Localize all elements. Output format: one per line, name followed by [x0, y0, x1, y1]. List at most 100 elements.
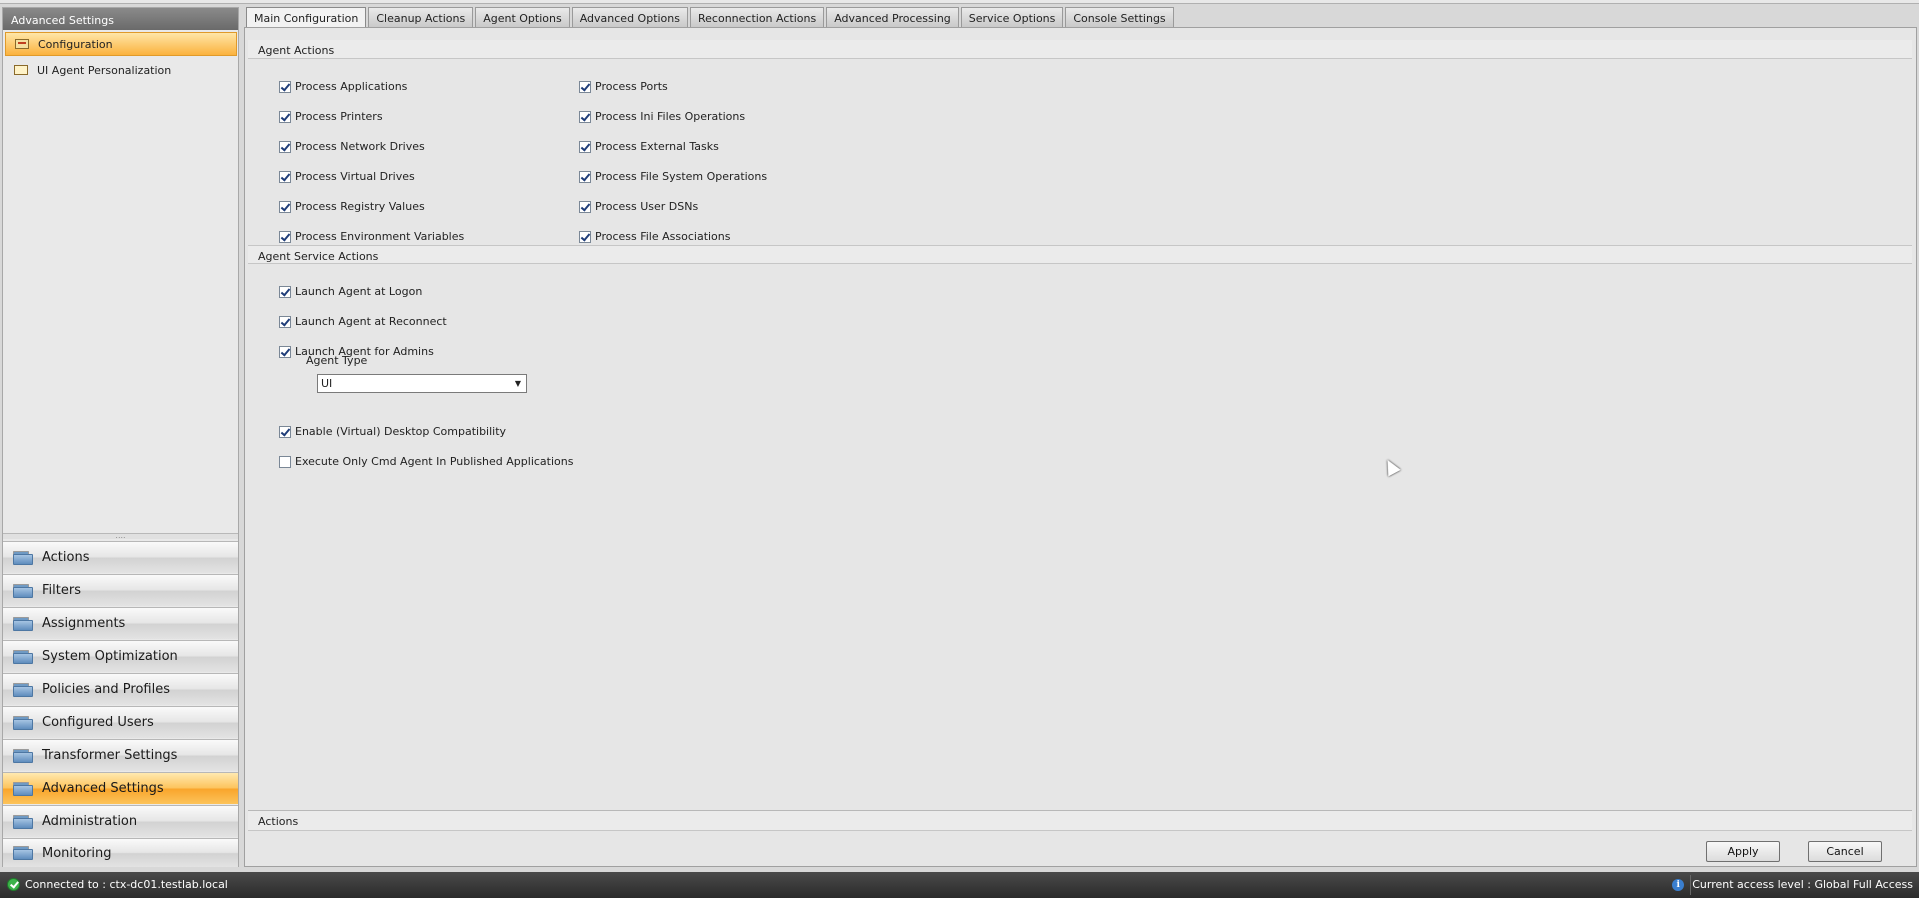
checkbox-box[interactable]	[279, 200, 291, 213]
nav-label: Monitoring	[42, 845, 112, 861]
tab-advanced-options[interactable]: Advanced Options	[571, 7, 688, 27]
process-ports-checkbox[interactable]: Process Ports	[579, 80, 668, 93]
checkbox-box[interactable]	[579, 140, 591, 153]
nav-monitoring[interactable]: Monitoring	[3, 838, 238, 867]
checkbox-label: Process File System Operations	[595, 170, 768, 183]
tab-main-configuration[interactable]: Main Configuration	[246, 7, 367, 28]
folder-icon	[13, 715, 33, 730]
folder-icon	[13, 649, 33, 664]
checkbox-box[interactable]	[279, 455, 291, 468]
checkbox-box[interactable]	[279, 80, 291, 93]
tab-console-settings[interactable]: Console Settings	[1065, 7, 1174, 27]
process-network-drives-checkbox[interactable]: Process Network Drives	[279, 140, 425, 153]
checkbox-box[interactable]	[279, 425, 291, 438]
connection-text: Connected to : ctx-dc01.testlab.local	[25, 878, 228, 891]
tab-service-options[interactable]: Service Options	[960, 7, 1064, 27]
process-applications-checkbox[interactable]: Process Applications	[279, 80, 407, 93]
checkbox-box[interactable]	[279, 140, 291, 153]
checkbox-box[interactable]	[579, 230, 591, 243]
process-ini-files-operations-checkbox[interactable]: Process Ini Files Operations	[579, 110, 745, 123]
folder-icon	[13, 583, 33, 598]
checkbox-label: Process File Associations	[595, 230, 731, 243]
left-panel: Advanced Settings Configuration UI Agent…	[2, 7, 239, 867]
checkbox-box[interactable]	[279, 170, 291, 183]
checkbox-label: Launch Agent at Reconnect	[295, 315, 447, 328]
apply-button[interactable]: Apply	[1706, 841, 1780, 862]
nav-assignments[interactable]: Assignments	[3, 607, 238, 639]
process-environment-variables-checkbox[interactable]: Process Environment Variables	[279, 230, 464, 243]
process-printers-checkbox[interactable]: Process Printers	[279, 110, 383, 123]
nav-label: System Optimization	[42, 649, 178, 664]
checkbox-box[interactable]	[579, 170, 591, 183]
nav-label: Configured Users	[42, 715, 154, 730]
checkbox-box[interactable]	[579, 200, 591, 213]
checkbox-label: Enable (Virtual) Desktop Compatibility	[295, 425, 507, 438]
agent-type-label: Agent Type	[306, 354, 368, 367]
checkbox-box[interactable]	[579, 80, 591, 93]
main-panel: Main Configuration Cleanup Actions Agent…	[244, 7, 1917, 867]
checkbox-label: Execute Only Cmd Agent In Published Appl…	[295, 455, 574, 468]
nav-actions[interactable]: Actions	[3, 541, 238, 573]
checkbox-label: Process Registry Values	[295, 200, 425, 213]
dropdown-arrow-icon[interactable]: ▼	[510, 375, 526, 392]
agent-type-select[interactable]: UI ▼	[317, 374, 527, 393]
access-level-text: Current access level : Global Full Acces…	[1692, 878, 1913, 891]
nav-filters[interactable]: Filters	[3, 574, 238, 606]
launch-agent-at-reconnect-checkbox[interactable]: Launch Agent at Reconnect	[279, 315, 447, 328]
launch-agent-at-logon-checkbox[interactable]: Launch Agent at Logon	[279, 285, 422, 298]
nav-configured-users[interactable]: Configured Users	[3, 706, 238, 738]
nav-label: Filters	[42, 583, 81, 598]
folder-icon	[13, 550, 33, 565]
window-top-edge	[0, 0, 1919, 4]
checkbox-label: Process External Tasks	[595, 140, 719, 153]
configuration-icon	[14, 37, 31, 51]
agent-service-actions-header: Agent Service Actions	[248, 245, 1912, 264]
folder-icon	[13, 682, 33, 697]
connection-status: Connected to : ctx-dc01.testlab.local	[7, 878, 228, 891]
nav-label: Actions	[42, 550, 90, 565]
checkbox-box[interactable]	[279, 285, 291, 298]
folder-icon	[13, 616, 33, 631]
checkbox-box[interactable]	[279, 110, 291, 123]
enable-desktop-compatibility-checkbox[interactable]: Enable (Virtual) Desktop Compatibility	[279, 425, 506, 438]
folder-icon	[13, 781, 33, 796]
nav-label: Assignments	[42, 616, 126, 631]
info-icon: i	[1672, 878, 1685, 891]
tab-agent-options[interactable]: Agent Options	[475, 7, 570, 27]
process-file-system-operations-checkbox[interactable]: Process File System Operations	[579, 170, 767, 183]
checkbox-box[interactable]	[279, 315, 291, 328]
checkbox-label: Launch Agent at Logon	[295, 285, 423, 298]
checkbox-label: Process User DSNs	[595, 200, 699, 213]
tab-reconnection-actions[interactable]: Reconnection Actions	[690, 7, 825, 27]
nav-label: Policies and Profiles	[42, 682, 171, 697]
actions-bar-title: Actions	[248, 811, 1912, 831]
process-file-associations-checkbox[interactable]: Process File Associations	[579, 230, 731, 243]
checkbox-label: Process Environment Variables	[295, 230, 465, 243]
checkbox-box[interactable]	[279, 345, 291, 358]
checkbox-box[interactable]	[579, 110, 591, 123]
tab-cleanup-actions[interactable]: Cleanup Actions	[368, 7, 474, 27]
nav-administration[interactable]: Administration	[3, 805, 238, 837]
checkbox-label: Process Network Drives	[295, 140, 425, 153]
process-external-tasks-checkbox[interactable]: Process External Tasks	[579, 140, 719, 153]
nav-transformer-settings[interactable]: Transformer Settings	[3, 739, 238, 771]
nav-advanced-settings[interactable]: Advanced Settings	[3, 772, 238, 804]
tree-item-configuration[interactable]: Configuration	[5, 32, 237, 56]
cancel-button[interactable]: Cancel	[1808, 841, 1882, 862]
folder-icon	[13, 748, 33, 763]
folder-icon	[13, 814, 33, 829]
status-bar: Connected to : ctx-dc01.testlab.local i …	[0, 872, 1919, 898]
execute-only-cmd-agent-checkbox[interactable]: Execute Only Cmd Agent In Published Appl…	[279, 455, 573, 468]
actions-bar: Actions Apply Cancel	[248, 810, 1912, 863]
checkbox-box[interactable]	[279, 230, 291, 243]
checkbox-label: Process Ports	[595, 80, 668, 93]
process-user-dsns-checkbox[interactable]: Process User DSNs	[579, 200, 698, 213]
checkbox-label: Process Ini Files Operations	[595, 110, 746, 123]
tab-advanced-processing[interactable]: Advanced Processing	[826, 7, 959, 27]
nav-policies-and-profiles[interactable]: Policies and Profiles	[3, 673, 238, 705]
process-registry-values-checkbox[interactable]: Process Registry Values	[279, 200, 425, 213]
tree-item-ui-agent-personalization[interactable]: UI Agent Personalization	[5, 58, 237, 82]
panel-splitter[interactable]: ....	[3, 532, 238, 540]
nav-system-optimization[interactable]: System Optimization	[3, 640, 238, 672]
process-virtual-drives-checkbox[interactable]: Process Virtual Drives	[279, 170, 415, 183]
